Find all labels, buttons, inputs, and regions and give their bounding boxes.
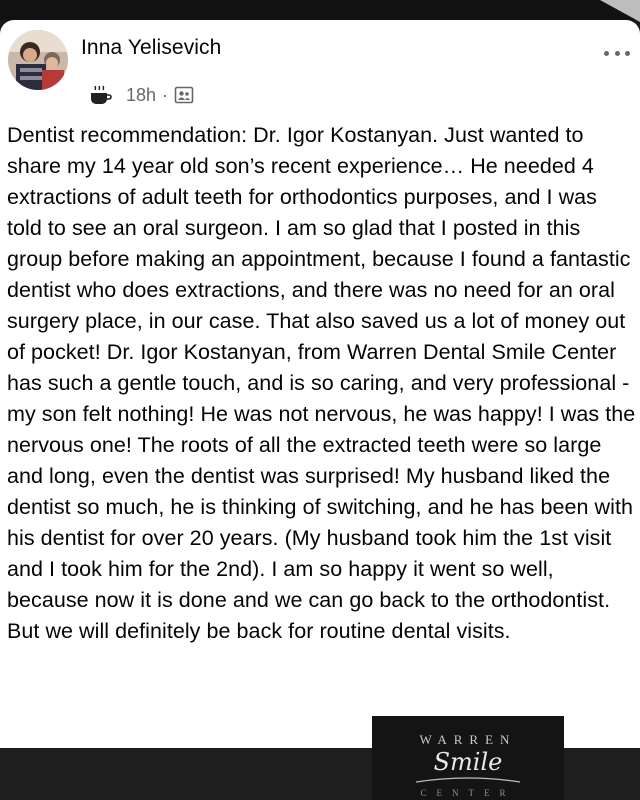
author-name[interactable]: Inna Yelisevich: [81, 36, 221, 60]
warren-smile-center-logo: WARREN Smile CENTER: [372, 716, 564, 800]
post-timestamp[interactable]: 18h: [126, 85, 156, 106]
top-corner-shape: [600, 0, 640, 22]
logo-line-smile: Smile: [433, 748, 503, 776]
logo-line-warren: WARREN: [419, 732, 517, 747]
dot: [604, 50, 609, 56]
dot: [625, 50, 630, 56]
dot: [614, 50, 620, 56]
author-avatar[interactable]: [8, 30, 68, 90]
top-dark-strip: [0, 0, 640, 20]
avatar-photo: [8, 30, 68, 90]
coffee-cup-icon: [91, 85, 112, 104]
more-options-icon[interactable]: [604, 48, 630, 58]
logo-line-center: CENTER: [420, 788, 516, 798]
logo-swoosh: [415, 777, 521, 783]
post-text: Dentist recommendation: Dr. Igor Kostany…: [7, 123, 636, 643]
meta-separator: ·: [162, 84, 169, 105]
post-meta: 18h ·: [88, 82, 194, 108]
group-audience-icon[interactable]: [174, 85, 194, 105]
